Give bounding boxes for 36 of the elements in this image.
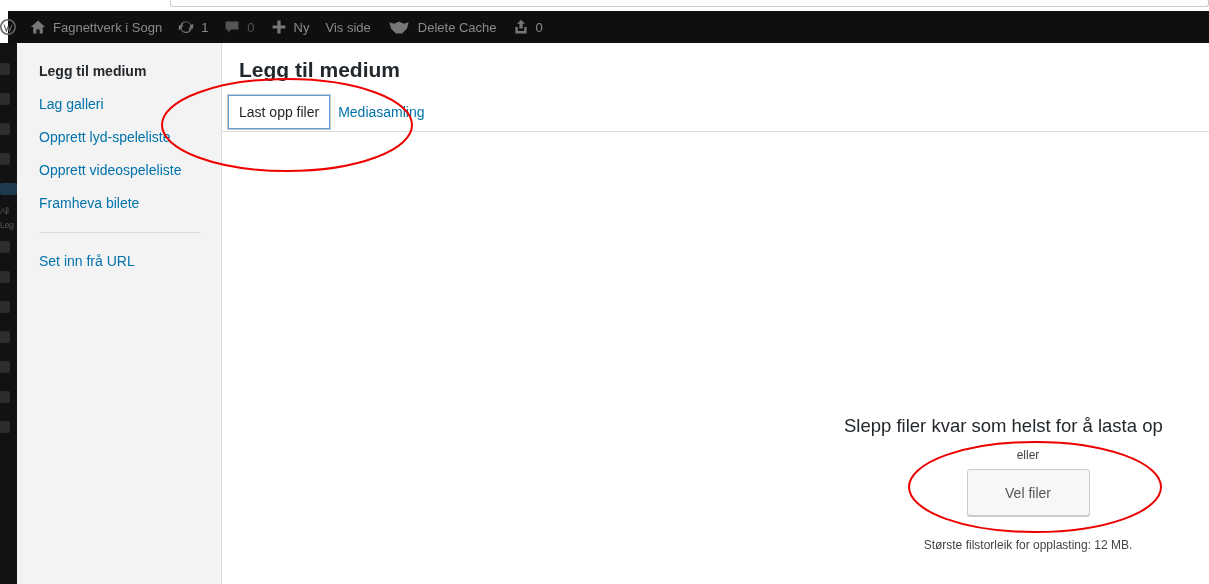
plus-icon (270, 19, 287, 35)
comment-icon (224, 19, 241, 35)
menu-glyph-icon[interactable] (0, 331, 10, 343)
tab[interactable]: Last opp filer (227, 94, 332, 130)
menu-glyph-icon[interactable] (0, 301, 10, 313)
menu-glyph-icon[interactable] (0, 63, 10, 75)
sidebar-link[interactable]: Set inn frå URL (39, 253, 135, 269)
animal-head-icon (386, 19, 411, 35)
menu-glyph-icon[interactable] (0, 123, 10, 135)
upload-icon (512, 19, 529, 35)
sidebar-link[interactable]: Opprett videospeleliste (39, 162, 182, 178)
max-size-text: Største filstorleik for opplasting: 12 MB. (923, 538, 1133, 552)
site-link[interactable]: Fagnettverk i Sogn (30, 19, 163, 35)
menu-glyph-icon[interactable] (0, 271, 10, 283)
drop-instructions: Slepp filer kvar som helst for å lasta op (844, 415, 1163, 437)
sidebar-link[interactable]: Framheva bilete (39, 195, 140, 211)
sidebar-link[interactable]: Lag galleri (39, 96, 104, 112)
menu-glyph-icon[interactable] (0, 391, 10, 403)
menu-glyph-icon[interactable] (0, 241, 10, 253)
delete-cache-link[interactable]: Delete Cache (386, 19, 497, 35)
new-link[interactable]: Ny (270, 19, 310, 35)
address-field[interactable] (170, 0, 1209, 7)
menu-glyph-icon[interactable] (0, 93, 10, 105)
refresh-icon (178, 19, 195, 35)
view-site-link[interactable]: Vis side (325, 19, 371, 35)
wordpress-logo-icon[interactable] (0, 19, 16, 35)
menu-glyph-icon[interactable] (0, 153, 10, 165)
home-icon (30, 19, 46, 35)
menu-glyph-icon[interactable] (0, 421, 10, 433)
or-text: eller (1016, 448, 1040, 462)
select-files-button[interactable]: Vel filer (966, 469, 1090, 516)
menu-glyph-icon[interactable] (0, 361, 10, 373)
sidebar-title: Legg til medium (39, 63, 147, 79)
menu-glyph-icon[interactable] (0, 183, 17, 195)
uploads-link[interactable]: 0 (512, 19, 543, 35)
updates-link[interactable]: 1 (178, 19, 209, 35)
